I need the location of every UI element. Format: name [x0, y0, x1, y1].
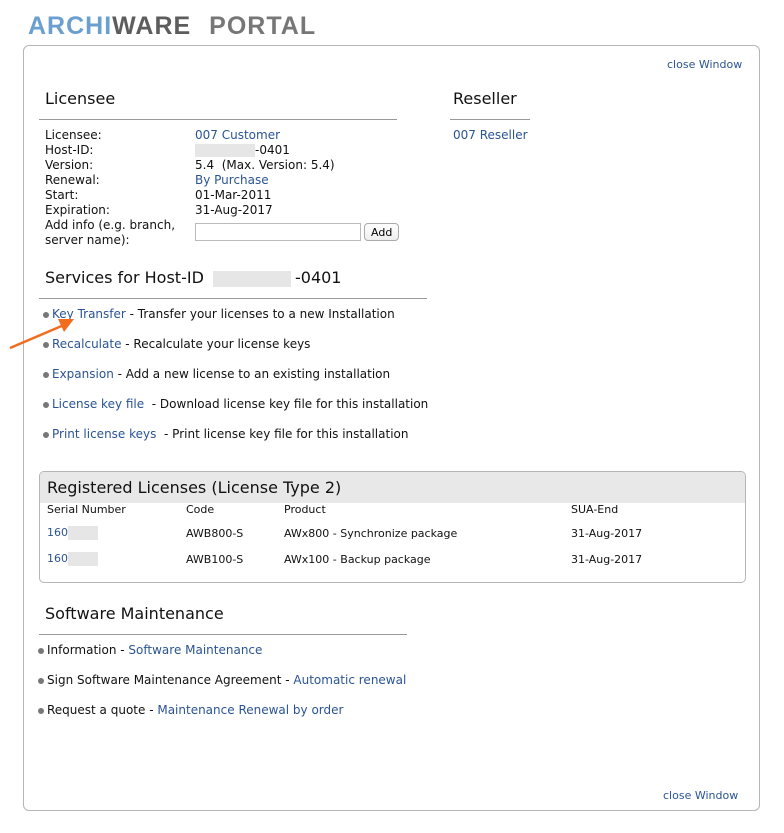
registered-licenses-box: Registered Licenses (License Type 2) Ser…: [39, 471, 746, 583]
table-row: 160 AWB100-S AWx100 - Backup package 31-…: [40, 546, 745, 572]
version-label: Version:: [45, 158, 94, 172]
start-label: Start:: [45, 188, 79, 202]
version-row: Version: 5.4 (Max. Version: 5.4): [45, 158, 335, 173]
version-value: 5.4 (Max. Version: 5.4): [195, 158, 335, 172]
service-expansion: Expansion - Add a new license to an exis…: [43, 367, 428, 397]
service-description: - Print license key file for this instal…: [156, 427, 409, 441]
maintenance-heading: Software Maintenance: [45, 604, 224, 623]
redacted-host-id: [212, 270, 291, 287]
license-panel: close Window Licensee Licensee: 007 Custo…: [23, 45, 760, 811]
renewal-link[interactable]: By Purchase: [195, 173, 269, 188]
services-list: Key Transfer - Transfer your licenses to…: [43, 307, 428, 457]
expiration-value: 31-Aug-2017: [195, 203, 273, 217]
bullet-icon: [43, 402, 49, 408]
bullet-icon: [38, 648, 44, 654]
registered-licenses-table: Serial Number Code Product SUA-End 160 A…: [40, 503, 745, 572]
redacted-host-id: [195, 144, 255, 157]
host-id-value: -0401: [255, 143, 290, 157]
licensee-row: Licensee: 007 Customer: [45, 128, 335, 143]
host-id-row: Host-ID: -0401: [45, 143, 335, 158]
service-description: - Recalculate your license keys: [121, 337, 311, 351]
bullet-icon: [38, 678, 44, 684]
service-recalculate: Recalculate - Recalculate your license k…: [43, 337, 428, 367]
redacted-serial: [68, 526, 98, 540]
column-header-code: Code: [186, 503, 215, 516]
license-key-file-link[interactable]: License key file: [52, 397, 144, 411]
bullet-icon: [43, 432, 49, 438]
service-description: - Transfer your licenses to a new Instal…: [125, 307, 395, 321]
logo-ware: WARE: [112, 12, 192, 40]
maintenance-renewal-link[interactable]: Maintenance Renewal by order: [157, 703, 343, 717]
services-title: Services for Host-ID: [45, 268, 204, 287]
start-value: 01-Mar-2011: [195, 188, 272, 202]
close-window-link-top[interactable]: close Window: [667, 58, 742, 71]
expiration-row: Expiration: 31-Aug-2017: [45, 203, 335, 218]
maintenance-label: Sign Software Maintenance Agreement -: [47, 673, 294, 687]
table-header-row: Serial Number Code Product SUA-End: [40, 503, 745, 520]
reseller-divider: [450, 119, 530, 120]
expiration-label: Expiration:: [45, 203, 110, 217]
table-row: 160 AWB800-S AWx800 - Synchronize packag…: [40, 520, 745, 546]
maintenance-divider: [39, 634, 407, 635]
service-key-transfer: Key Transfer - Transfer your licenses to…: [43, 307, 428, 337]
maintenance-request-quote: Request a quote - Maintenance Renewal by…: [38, 703, 406, 733]
software-maintenance-link[interactable]: Software Maintenance: [128, 643, 262, 657]
close-window-link-bottom[interactable]: close Window: [663, 789, 738, 802]
expansion-link[interactable]: Expansion: [52, 367, 114, 381]
renewal-row: Renewal: By Purchase: [45, 173, 335, 188]
code-cell: AWB800-S: [186, 526, 244, 540]
licensee-label: Licensee:: [45, 128, 102, 142]
sua-end-cell: 31-Aug-2017: [571, 552, 643, 566]
product-cell: AWx100 - Backup package: [284, 552, 431, 566]
licensee-link[interactable]: 007 Customer: [195, 128, 280, 143]
logo-portal: PORTAL: [209, 12, 317, 40]
services-heading: Services for Host-ID -0401: [45, 268, 341, 287]
serial-number-link[interactable]: 160: [47, 526, 68, 539]
sua-end-cell: 31-Aug-2017: [571, 526, 643, 540]
reseller-link[interactable]: 007 Reseller: [453, 128, 528, 142]
maintenance-information: Information - Software Maintenance: [38, 643, 406, 673]
code-cell: AWB100-S: [186, 552, 244, 566]
product-cell: AWx800 - Synchronize package: [284, 526, 458, 540]
bullet-icon: [43, 372, 49, 378]
service-print-license-keys: Print license keys - Print license key f…: [43, 427, 428, 457]
serial-number-link[interactable]: 160: [47, 552, 68, 565]
services-host-suffix: -0401: [294, 268, 342, 287]
redacted-serial: [68, 552, 98, 566]
column-header-product: Product: [284, 503, 326, 516]
arrow-shaft: [9, 323, 65, 350]
column-header-serial: Serial Number: [47, 503, 126, 516]
orange-arrow-annotation-icon: [9, 319, 74, 350]
licensee-divider: [39, 119, 397, 120]
registered-licenses-heading: Registered Licenses (License Type 2): [40, 472, 745, 503]
column-header-sua-end: SUA-End: [571, 503, 619, 516]
service-description: - Add a new license to an existing insta…: [113, 367, 391, 381]
add-button[interactable]: Add: [364, 223, 400, 241]
renewal-label: Renewal:: [45, 173, 100, 187]
add-info-form: Add: [195, 223, 400, 241]
reseller-heading: Reseller: [453, 89, 517, 108]
service-description: - Download license key file for this ins…: [144, 397, 429, 411]
maintenance-label: Request a quote -: [47, 703, 158, 717]
maintenance-list: Information - Software Maintenance Sign …: [38, 643, 406, 733]
automatic-renewal-link[interactable]: Automatic renewal: [293, 673, 406, 687]
archiware-portal-logo: ARCHIWARE PORTAL: [28, 12, 316, 41]
bullet-icon: [38, 708, 44, 714]
licensee-heading: Licensee: [45, 89, 116, 108]
maintenance-sign-agreement: Sign Software Maintenance Agreement - Au…: [38, 673, 406, 703]
maintenance-label: Information -: [47, 643, 129, 657]
host-id-label: Host-ID:: [45, 143, 94, 157]
logo-archi: ARCHI: [28, 12, 113, 40]
start-row: Start: 01-Mar-2011: [45, 188, 335, 203]
services-divider: [39, 298, 427, 299]
add-info-input[interactable]: [195, 223, 361, 241]
service-license-key-file: License key file - Download license key …: [43, 397, 428, 427]
print-license-keys-link[interactable]: Print license keys: [52, 427, 156, 441]
